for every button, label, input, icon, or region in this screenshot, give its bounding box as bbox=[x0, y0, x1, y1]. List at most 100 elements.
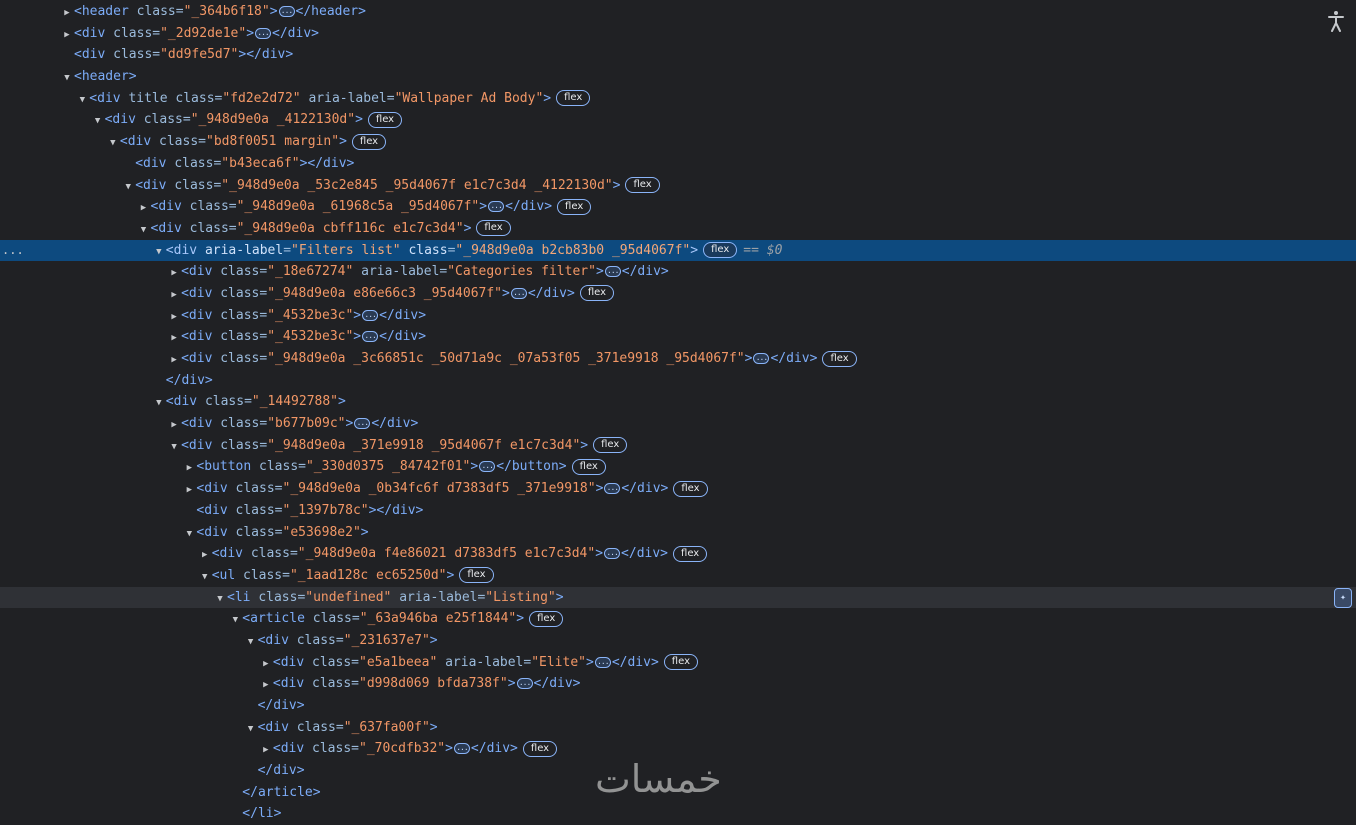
tree-node-row[interactable]: ▶ <div class="_18e67274" aria-label="Cate… bbox=[0, 261, 1356, 283]
tree-node-row[interactable]: ▶ <div class="d998d069 bfda738f">... </div… bbox=[0, 673, 1356, 695]
accessibility-icon[interactable] bbox=[1328, 10, 1344, 32]
flex-badge[interactable]: flex bbox=[522, 740, 558, 757]
expanded-arrow-icon[interactable]: ▼ bbox=[154, 242, 164, 264]
tree-node-row[interactable]: ▼ <div class="bd8f0051 margin"> flex bbox=[0, 131, 1356, 153]
expanded-arrow-icon[interactable]: ▼ bbox=[184, 524, 194, 546]
tree-node-row[interactable]: ▼ <div class="_948d9e0a _4122130d"> flex bbox=[0, 109, 1356, 131]
tree-node-row[interactable]: ▼ <div class="e53698e2"> bbox=[0, 522, 1356, 544]
tree-node-row[interactable]: ▶ <button class="_330d0375 _84742f01">...… bbox=[0, 456, 1356, 478]
tree-node-row[interactable]: ▼ <ul class="_1aad128c ec65250d"> flex bbox=[0, 565, 1356, 587]
collapsed-arrow-icon[interactable]: ▶ bbox=[184, 458, 194, 480]
collapsed-arrow-icon[interactable]: ▶ bbox=[169, 415, 179, 437]
collapsed-children-button[interactable]: ... bbox=[278, 6, 295, 17]
collapsed-children-button[interactable]: ... bbox=[479, 461, 496, 473]
tree-node-row[interactable]: ▼ <div title class="fd2e2d72" aria-label=… bbox=[0, 88, 1356, 110]
expanded-arrow-icon[interactable]: ▼ bbox=[62, 68, 72, 90]
flex-badge[interactable]: flex bbox=[663, 654, 698, 671]
tree-node-row[interactable]: ▼ <div class="_948d9e0a cbff116c e1c7c3d4… bbox=[0, 218, 1356, 240]
collapsed-arrow-icon[interactable]: ▶ bbox=[169, 285, 179, 307]
collapsed-children-button[interactable]: ... bbox=[354, 418, 371, 430]
collapsed-arrow-icon[interactable]: ▶ bbox=[62, 25, 72, 47]
flex-badge[interactable]: flex bbox=[673, 480, 708, 497]
flex-badge[interactable]: flex bbox=[367, 111, 403, 128]
tree-node-row[interactable]: <div class="b43eca6f"></div> bbox=[0, 153, 1356, 175]
ai-assistance-icon[interactable]: ✦ bbox=[1334, 588, 1352, 608]
tree-node-row[interactable]: ▶ <div class="e5a1beea" aria-label="Elite… bbox=[0, 652, 1356, 674]
collapsed-children-button[interactable]: ... bbox=[510, 287, 527, 299]
collapsed-arrow-icon[interactable]: ▶ bbox=[184, 480, 194, 502]
collapsed-children-button[interactable]: ... bbox=[594, 656, 611, 668]
collapsed-children-button[interactable]: ... bbox=[488, 201, 505, 213]
tree-node-row[interactable]: ▼ <li class="undefined" aria-label="Listi… bbox=[0, 586, 1356, 611]
collapsed-children-button[interactable]: ... bbox=[255, 27, 272, 39]
collapsed-children-button[interactable]: ... bbox=[604, 266, 621, 278]
tree-node-row[interactable]: </div> bbox=[0, 695, 1356, 717]
collapsed-arrow-icon[interactable]: ▶ bbox=[261, 675, 271, 697]
tree-node-row[interactable]: </li> bbox=[0, 803, 1356, 825]
flex-badge[interactable]: flex bbox=[593, 437, 628, 454]
tree-node-row[interactable]: ▼ <header> bbox=[0, 66, 1356, 88]
collapsed-arrow-icon[interactable]: ▶ bbox=[169, 263, 179, 285]
collapsed-arrow-icon[interactable]: ▶ bbox=[169, 328, 179, 350]
flex-badge[interactable]: flex bbox=[556, 90, 591, 107]
expanded-arrow-icon[interactable]: ▼ bbox=[230, 610, 240, 632]
collapsed-children-button[interactable]: ... bbox=[516, 678, 533, 690]
collapsed-arrow-icon[interactable]: ▶ bbox=[169, 350, 179, 372]
tree-node-row[interactable]: </div> bbox=[0, 370, 1356, 392]
flex-badge[interactable]: flex bbox=[703, 242, 738, 259]
collapsed-children-button[interactable]: ... bbox=[604, 548, 621, 560]
flex-badge[interactable]: flex bbox=[571, 458, 606, 475]
tree-node-row[interactable]: ▼ <div class="_231637e7"> bbox=[0, 630, 1356, 652]
tree-node-row[interactable]: <div class="_1397b78c"></div> bbox=[0, 500, 1356, 522]
tree-node-row[interactable]: ... ▼ <div aria-label="Filters list" class… bbox=[0, 239, 1356, 264]
tree-node-row[interactable]: <div class="dd9fe5d7"></div> bbox=[0, 44, 1356, 66]
node-menu-icon[interactable]: ... bbox=[2, 240, 24, 262]
collapsed-arrow-icon[interactable]: ▶ bbox=[62, 3, 72, 25]
expanded-arrow-icon[interactable]: ▼ bbox=[246, 719, 256, 741]
flex-badge[interactable]: flex bbox=[625, 177, 660, 193]
collapsed-arrow-icon[interactable]: ▶ bbox=[200, 545, 210, 567]
expanded-arrow-icon[interactable]: ▼ bbox=[154, 393, 164, 415]
expanded-arrow-icon[interactable]: ▼ bbox=[215, 589, 225, 611]
tree-node-row[interactable]: ▶ <div class="_948d9e0a _0b34fc6f d7383df… bbox=[0, 478, 1356, 500]
flex-badge[interactable]: flex bbox=[557, 198, 592, 215]
tree-node-row[interactable]: ▶ <header class="_364b6f18">... </header> bbox=[0, 1, 1356, 23]
collapsed-children-button[interactable]: ... bbox=[362, 309, 379, 321]
expanded-arrow-icon[interactable]: ▼ bbox=[246, 632, 256, 654]
expanded-arrow-icon[interactable]: ▼ bbox=[200, 567, 210, 589]
expanded-arrow-icon[interactable]: ▼ bbox=[169, 437, 179, 459]
collapsed-children-button[interactable]: ... bbox=[362, 331, 379, 343]
expanded-arrow-icon[interactable]: ▼ bbox=[77, 90, 87, 112]
tree-node-row[interactable]: ▶ <div class="_948d9e0a f4e86021 d7383df5… bbox=[0, 543, 1356, 565]
collapsed-arrow-icon[interactable]: ▶ bbox=[169, 307, 179, 329]
tree-node-row[interactable]: ▼ <div class="_14492788"> bbox=[0, 391, 1356, 413]
collapsed-arrow-icon[interactable]: ▶ bbox=[261, 654, 271, 676]
expanded-arrow-icon[interactable]: ▼ bbox=[139, 220, 149, 242]
tree-node-row[interactable]: ▶ <div class="_948d9e0a e86e66c3 _95d4067… bbox=[0, 283, 1356, 305]
flex-badge[interactable]: flex bbox=[459, 567, 494, 584]
flex-badge[interactable]: flex bbox=[673, 545, 708, 562]
collapsed-children-button[interactable]: ... bbox=[604, 483, 621, 495]
expanded-arrow-icon[interactable]: ▼ bbox=[123, 177, 133, 199]
tree-node-row[interactable]: ▶ <div class="b677b09c">... </div> bbox=[0, 413, 1356, 435]
flex-badge[interactable]: flex bbox=[822, 350, 857, 367]
collapsed-arrow-icon[interactable]: ▶ bbox=[139, 198, 149, 220]
tree-node-row[interactable]: ▶ <div class="_948d9e0a _3c66851c _50d71a… bbox=[0, 348, 1356, 370]
tree-node-row[interactable]: ▶ <div class="_4532be3c">... </div> bbox=[0, 326, 1356, 348]
expanded-arrow-icon[interactable]: ▼ bbox=[93, 111, 103, 133]
tree-node-row[interactable]: ▼ <div class="_948d9e0a _371e9918 _95d406… bbox=[0, 435, 1356, 457]
tree-node-row[interactable]: ▶ <div class="_948d9e0a _61968c5a _95d406… bbox=[0, 196, 1356, 218]
tree-node-row[interactable]: ▶ <div class="_2d92de1e">... </div> bbox=[0, 23, 1356, 45]
tree-node-row[interactable]: ▼ <article class="_63a946ba e25f1844"> fle… bbox=[0, 608, 1356, 630]
collapsed-arrow-icon[interactable]: ▶ bbox=[261, 740, 271, 762]
flex-badge[interactable]: flex bbox=[351, 133, 387, 150]
flex-badge[interactable]: flex bbox=[529, 610, 564, 627]
expanded-arrow-icon[interactable]: ▼ bbox=[108, 133, 118, 155]
collapsed-children-button[interactable]: ... bbox=[753, 353, 770, 364]
tree-node-row[interactable]: ▼ <div class="_637fa00f"> bbox=[0, 717, 1356, 739]
flex-badge[interactable]: flex bbox=[579, 285, 615, 302]
flex-badge[interactable]: flex bbox=[476, 220, 511, 237]
tree-node-row[interactable]: ▶ <div class="_4532be3c">... </div> bbox=[0, 305, 1356, 327]
tree-node-row[interactable]: ▼ <div class="_948d9e0a _53c2e845 _95d406… bbox=[0, 175, 1356, 197]
collapsed-children-button[interactable]: ... bbox=[453, 743, 470, 755]
